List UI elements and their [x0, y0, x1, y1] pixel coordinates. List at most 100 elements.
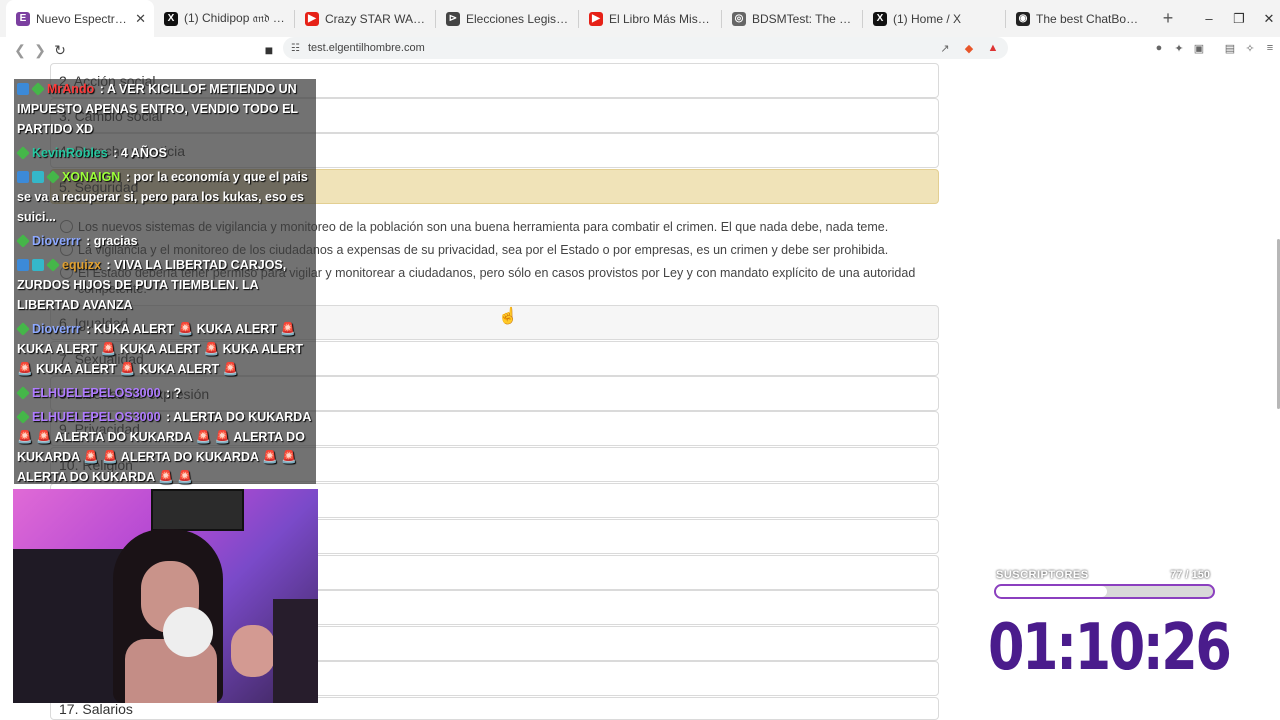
tab-title: Crazy STAR WARS fight in a Sh: [325, 11, 427, 26]
microphone: [163, 607, 213, 657]
green-badge-icon: [16, 410, 30, 424]
tab-strip: E Nuevo Espectro político ✕ X (1) Chidipop 𝔞…: [0, 0, 1280, 37]
stream-timer: 01:10:26: [988, 611, 1232, 685]
blue-badge-icon: [17, 83, 29, 95]
chat-separator: :: [122, 170, 134, 184]
navigation-bar: ❮ ❯ ↻ ■ ☷ test.elgentilhombre.com ↗ ◆ ▲ …: [0, 37, 1280, 63]
studio-light: [273, 599, 318, 703]
chat-username[interactable]: ELHUELEPELOS3000: [32, 410, 161, 424]
mouse-cursor-icon: ☝: [498, 308, 518, 325]
chat-separator: :: [162, 410, 174, 424]
chat-username[interactable]: ELHUELEPELOS3000: [32, 386, 161, 400]
chat-separator: :: [102, 258, 115, 272]
chat-username[interactable]: equizx: [62, 258, 101, 272]
green-badge-icon: [31, 82, 45, 96]
chat-username[interactable]: XONAIGN: [62, 170, 120, 184]
tab-title: Elecciones Legislativas 2025: [466, 11, 570, 26]
tab-title: (1) Home / X: [893, 11, 962, 26]
webcam-feed: [13, 489, 318, 703]
chat-username[interactable]: KevinRobles: [32, 146, 108, 160]
chat-separator: :: [162, 386, 174, 400]
chat-message: KevinRobles : 4 AÑOS: [16, 143, 313, 163]
chat-message: Dioverrr : gracias: [16, 231, 313, 251]
blue-badge-icon: [17, 171, 29, 183]
tab-4[interactable]: ▶ El Libro Más Misterioso de la H: [579, 0, 721, 37]
wall-poster: [151, 489, 244, 531]
tab-favicon-icon: ◉: [1016, 11, 1030, 26]
chat-text: por la economía y que el pais se va a re…: [17, 170, 308, 224]
cyan-badge-icon: [32, 171, 44, 183]
blue-badge-icon: [17, 259, 29, 271]
chat-text: ?: [173, 386, 182, 400]
green-badge-icon: [16, 146, 30, 160]
subscriber-goal: SUSCRIPTORES 77 / 150: [994, 568, 1216, 602]
green-badge-icon: [46, 170, 60, 184]
leo-icon[interactable]: ✧: [1242, 40, 1258, 56]
brave-shield-icon[interactable]: ◆: [961, 40, 977, 56]
chat-separator: :: [109, 146, 121, 160]
tab-favicon-icon: ◎: [732, 11, 746, 26]
chat-message: ELHUELEPELOS3000 : ?: [16, 383, 313, 403]
site-info-icon[interactable]: ☷: [291, 43, 300, 54]
tab-1[interactable]: X (1) Chidipop 𝔞𝔫𝔡 ⚽😊⚽ on X:: [154, 0, 294, 37]
subscriber-goal-label: SUSCRIPTORES: [996, 569, 1089, 581]
tab-title: The best ChatBot and Widget: [1036, 11, 1140, 26]
restore-button[interactable]: ❐: [1224, 0, 1254, 37]
tab-title: BDSMTest: The Original BDSM: [752, 11, 854, 26]
menu-icon[interactable]: ≡: [1262, 40, 1278, 56]
tab-favicon-icon: X: [164, 11, 178, 26]
tab-2[interactable]: ▶ Crazy STAR WARS fight in a Sh: [295, 0, 435, 37]
url-text: test.elgentilhombre.com: [307, 42, 425, 54]
back-icon[interactable]: ❮: [10, 40, 30, 60]
chat-text: gracias: [93, 234, 138, 248]
tab-6[interactable]: X (1) Home / X: [863, 0, 1005, 37]
close-tab-icon[interactable]: ✕: [135, 11, 146, 27]
tab-favicon-icon: ⊳: [446, 11, 460, 26]
share-icon[interactable]: ↗: [937, 40, 953, 56]
tab-title: Nuevo Espectro político: [36, 11, 129, 26]
address-bar[interactable]: ☷ test.elgentilhombre.com: [283, 37, 1008, 59]
bookmark-icon[interactable]: ■: [259, 40, 279, 60]
chat-message: XONAIGN : por la economía y que el pais …: [17, 167, 313, 227]
chat-username[interactable]: Dioverrr: [32, 322, 81, 336]
subscriber-progress-fill: [996, 586, 1107, 597]
subscriber-goal-count: 77 / 150: [1170, 569, 1210, 581]
stream-chat-overlay: MrAndo : A VER KICILLOF METIENDO UN IMPU…: [14, 79, 316, 484]
tab-5[interactable]: ◎ BDSMTest: The Original BDSM: [722, 0, 862, 37]
forward-icon[interactable]: ❯: [30, 40, 50, 60]
green-badge-icon: [46, 258, 60, 272]
cyan-badge-icon: [32, 259, 44, 271]
chat-message: Dioverrr : KUKA ALERT 🚨 KUKA ALERT 🚨 KUK…: [16, 319, 313, 379]
minimize-button[interactable]: –: [1194, 0, 1224, 37]
chat-separator: :: [82, 234, 94, 248]
green-badge-icon: [16, 234, 30, 248]
sidebar-icon[interactable]: ▤: [1222, 40, 1238, 56]
tab-favicon-icon: ▶: [589, 11, 603, 26]
puzzle-icon[interactable]: ✦: [1171, 40, 1187, 56]
chat-username[interactable]: Dioverrr: [32, 234, 81, 248]
chat-separator: :: [96, 82, 107, 96]
tab-title: (1) Chidipop 𝔞𝔫𝔡 ⚽😊⚽ on X:: [184, 11, 286, 25]
chat-message: equizx : VIVA LA LIBERTAD CARJOS, ZURDOS…: [17, 255, 313, 315]
rewards-icon[interactable]: ▲: [985, 40, 1001, 56]
wallet-icon[interactable]: ▣: [1191, 40, 1207, 56]
subscriber-progress-bar: [994, 584, 1215, 599]
chat-text: 4 AÑOS: [120, 146, 167, 160]
tab-3[interactable]: ⊳ Elecciones Legislativas 2025: [436, 0, 578, 37]
chat-message: MrAndo : A VER KICILLOF METIENDO UN IMPU…: [17, 79, 313, 139]
new-tab-button[interactable]: +: [1154, 5, 1182, 33]
chat-username[interactable]: MrAndo: [47, 82, 94, 96]
extension-icon[interactable]: ●: [1151, 40, 1167, 56]
tab-favicon-icon: ▶: [305, 11, 319, 26]
tab-0[interactable]: E Nuevo Espectro político ✕: [6, 0, 154, 37]
chat-separator: :: [82, 322, 94, 336]
green-badge-icon: [16, 322, 30, 336]
tab-7[interactable]: ◉ The best ChatBot and Widget: [1006, 0, 1148, 37]
close-window-button[interactable]: ✕: [1254, 0, 1280, 37]
green-badge-icon: [16, 386, 30, 400]
tab-favicon-icon: E: [16, 11, 30, 26]
tab-favicon-icon: X: [873, 11, 887, 26]
tab-title: El Libro Más Misterioso de la H: [609, 11, 713, 26]
chat-message: ELHUELEPELOS3000 : ALERTA DO KUKARDA 🚨 🚨…: [16, 407, 313, 487]
reload-icon[interactable]: ↻: [50, 40, 70, 60]
